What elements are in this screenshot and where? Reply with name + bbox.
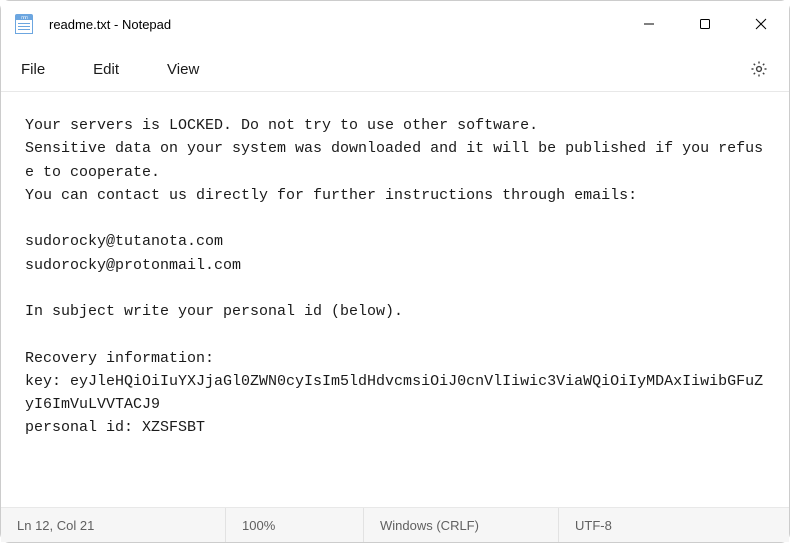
window-controls	[621, 1, 789, 47]
notepad-icon	[15, 14, 33, 34]
status-position: Ln 12, Col 21	[1, 508, 226, 542]
status-encoding: UTF-8	[559, 508, 789, 542]
editor-content[interactable]: Your servers is LOCKED. Do not try to us…	[1, 91, 789, 508]
status-zoom[interactable]: 100%	[226, 508, 364, 542]
maximize-button[interactable]	[677, 1, 733, 47]
status-eol: Windows (CRLF)	[364, 508, 559, 542]
menu-edit[interactable]: Edit	[93, 61, 119, 78]
settings-button[interactable]	[749, 59, 769, 79]
statusbar: Ln 12, Col 21 100% Windows (CRLF) UTF-8	[1, 508, 789, 542]
menu-view[interactable]: View	[167, 61, 199, 78]
close-button[interactable]	[733, 1, 789, 47]
titlebar: readme.txt - Notepad	[1, 1, 789, 47]
menu-file[interactable]: File	[21, 61, 45, 78]
menubar: File Edit View	[1, 47, 789, 91]
window-title: readme.txt - Notepad	[49, 17, 621, 32]
minimize-button[interactable]	[621, 1, 677, 47]
